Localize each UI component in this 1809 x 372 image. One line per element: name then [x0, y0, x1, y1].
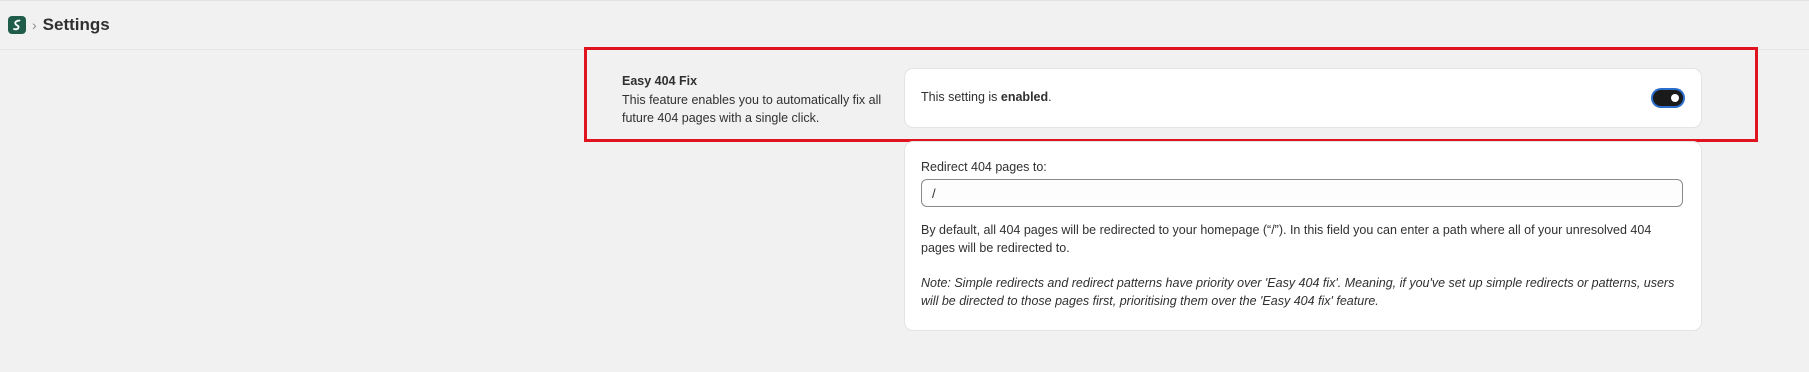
redirect-help-text: By default, all 404 pages will be redire… [921, 223, 1652, 255]
easy-404-fix-toggle[interactable] [1653, 90, 1683, 106]
setting-status-text: This setting is enabled. [921, 90, 1052, 104]
redirect-card: Redirect 404 pages to: By default, all 4… [905, 142, 1701, 330]
toggle-knob [1671, 94, 1679, 102]
toggle-card: This setting is enabled. [905, 69, 1701, 127]
redirect-path-input[interactable] [921, 179, 1683, 207]
top-bar: › Settings [0, 0, 1809, 50]
redirect-label: Redirect 404 pages to: [921, 160, 1047, 174]
status-value: enabled [1000, 90, 1049, 104]
section-description: This feature enables you to automaticall… [622, 93, 882, 125]
section-title: Easy 404 Fix [622, 74, 698, 88]
app-logo-icon[interactable] [8, 16, 26, 34]
redirect-note-text: Note: Simple redirects and redirect patt… [921, 276, 1675, 308]
page-title: Settings [42, 15, 110, 34]
breadcrumb-separator: › [32, 17, 37, 33]
section-info: Easy 404 Fix This feature enables you to… [622, 73, 884, 127]
